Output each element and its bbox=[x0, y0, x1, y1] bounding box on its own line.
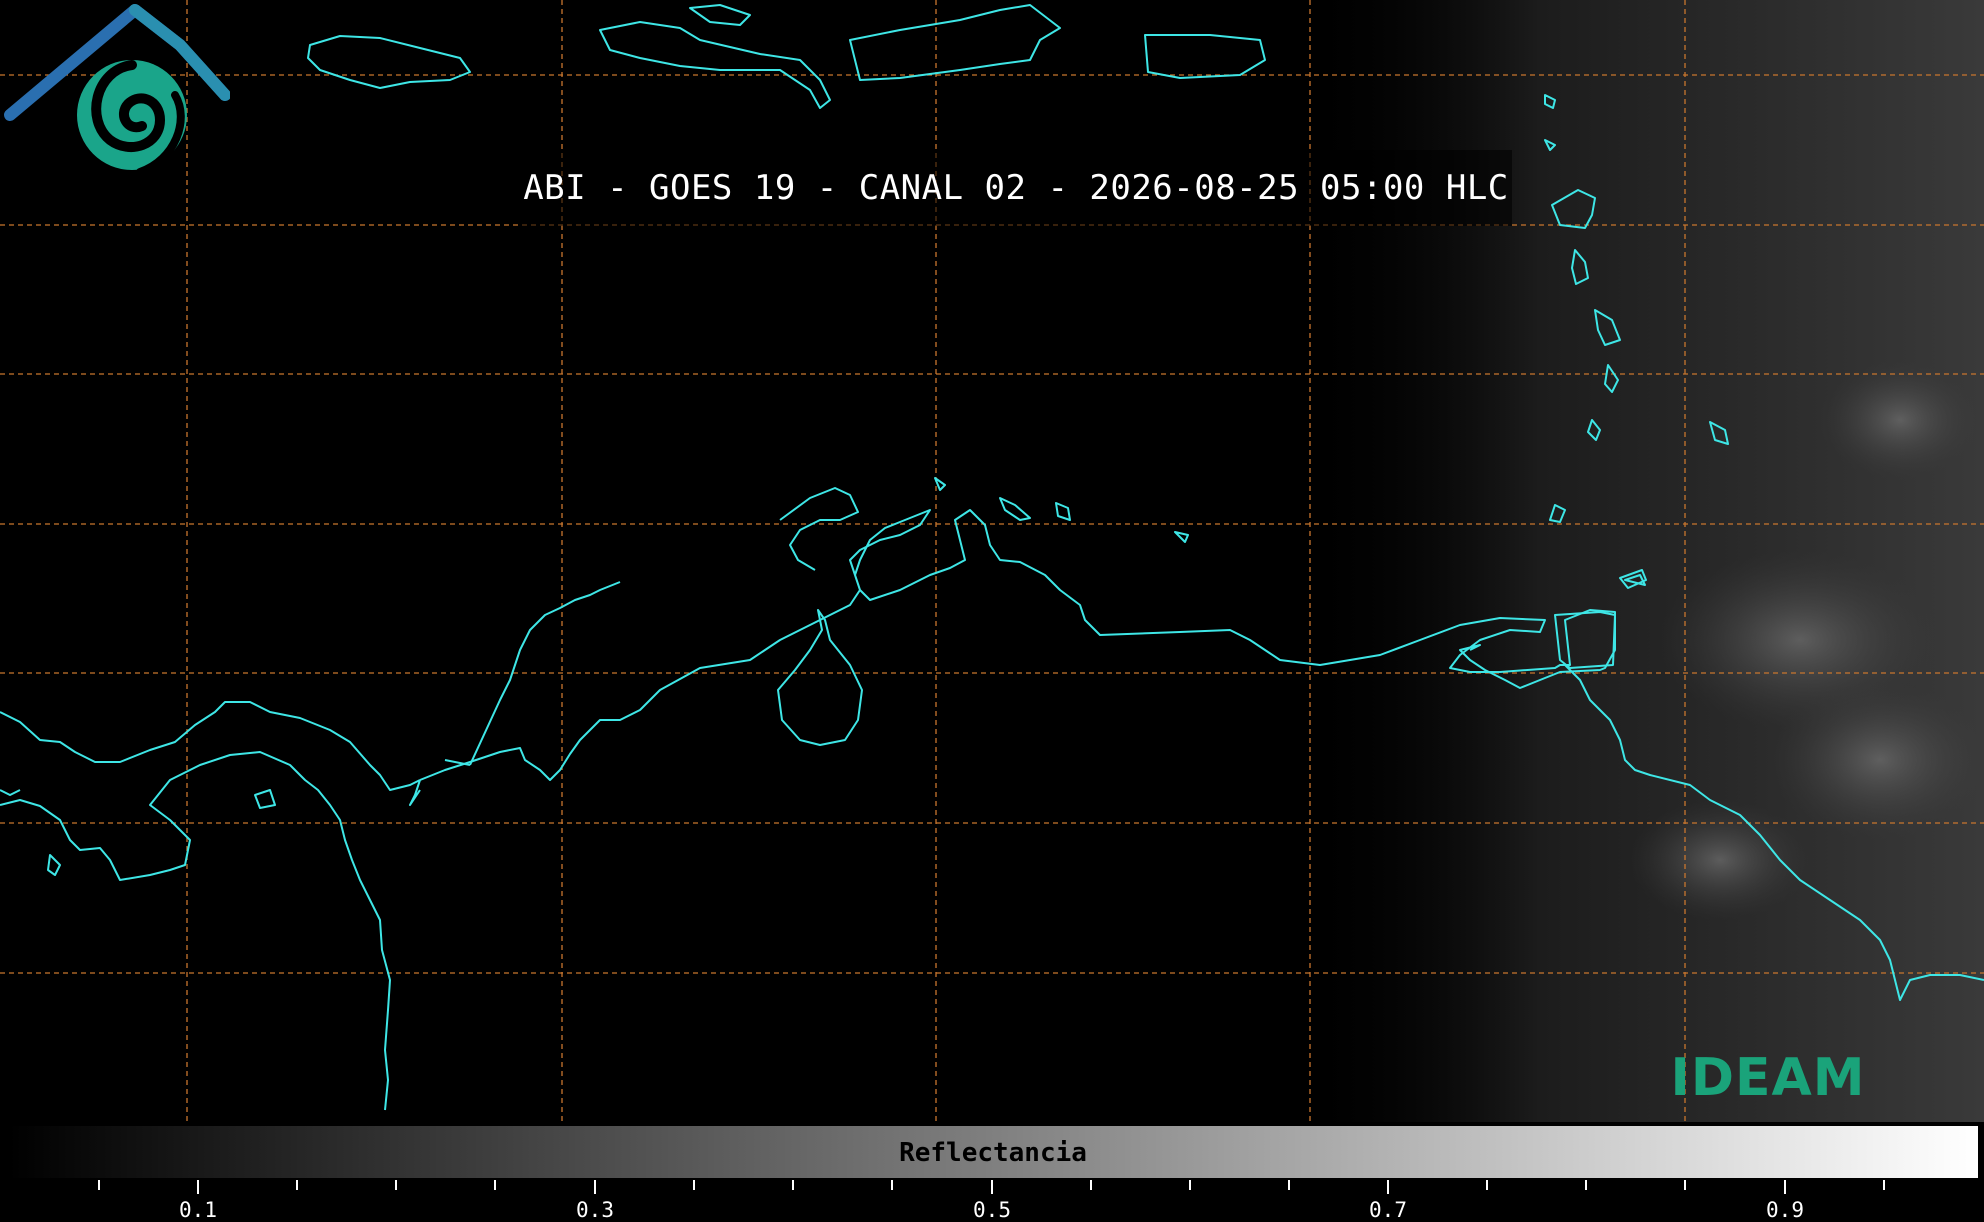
logo-wordmark: IDEAM bbox=[1670, 1048, 1866, 1108]
coastline-panama bbox=[0, 701, 421, 1111]
colorbar: Reflectancia bbox=[6, 1124, 1980, 1180]
cloud-cluster bbox=[1770, 680, 1984, 840]
colorbar-axis: 0.1 0.3 0.5 0.7 0.9 bbox=[0, 1180, 1984, 1222]
colorbar-tick-label: 0.3 bbox=[576, 1198, 614, 1222]
colorbar-tick-label: 0.9 bbox=[1766, 1198, 1804, 1222]
coastline-central-america bbox=[0, 789, 276, 876]
colorbar-label: Reflectancia bbox=[899, 1138, 1087, 1168]
coastline-jamaica bbox=[307, 35, 471, 89]
cloud-cluster bbox=[1630, 800, 1810, 920]
satellite-image-viewer[interactable]: ABI - GOES 19 - CANAL 02 - 2026-08-25 05… bbox=[0, 0, 1984, 1122]
ideam-logo-icon bbox=[4, 4, 230, 176]
colorbar-tick-label: 0.7 bbox=[1369, 1198, 1407, 1222]
coastline-gonave bbox=[689, 4, 751, 26]
cloud-cluster bbox=[1820, 360, 1980, 480]
coastline-guajira bbox=[779, 487, 859, 571]
coastline-maracaibo bbox=[777, 609, 863, 746]
coastline-hispaniola bbox=[599, 4, 1061, 109]
coastline-puerto-rico bbox=[1144, 34, 1266, 79]
map-title: ABI - GOES 19 - CANAL 02 - 2026-08-25 05… bbox=[523, 168, 1509, 208]
map-title-box: ABI - GOES 19 - CANAL 02 - 2026-08-25 05… bbox=[520, 150, 1512, 226]
coastline-abc-islands bbox=[934, 477, 1189, 543]
colorbar-tick-label: 0.5 bbox=[973, 1198, 1011, 1222]
colorbar-tick-label: 0.1 bbox=[179, 1198, 217, 1222]
